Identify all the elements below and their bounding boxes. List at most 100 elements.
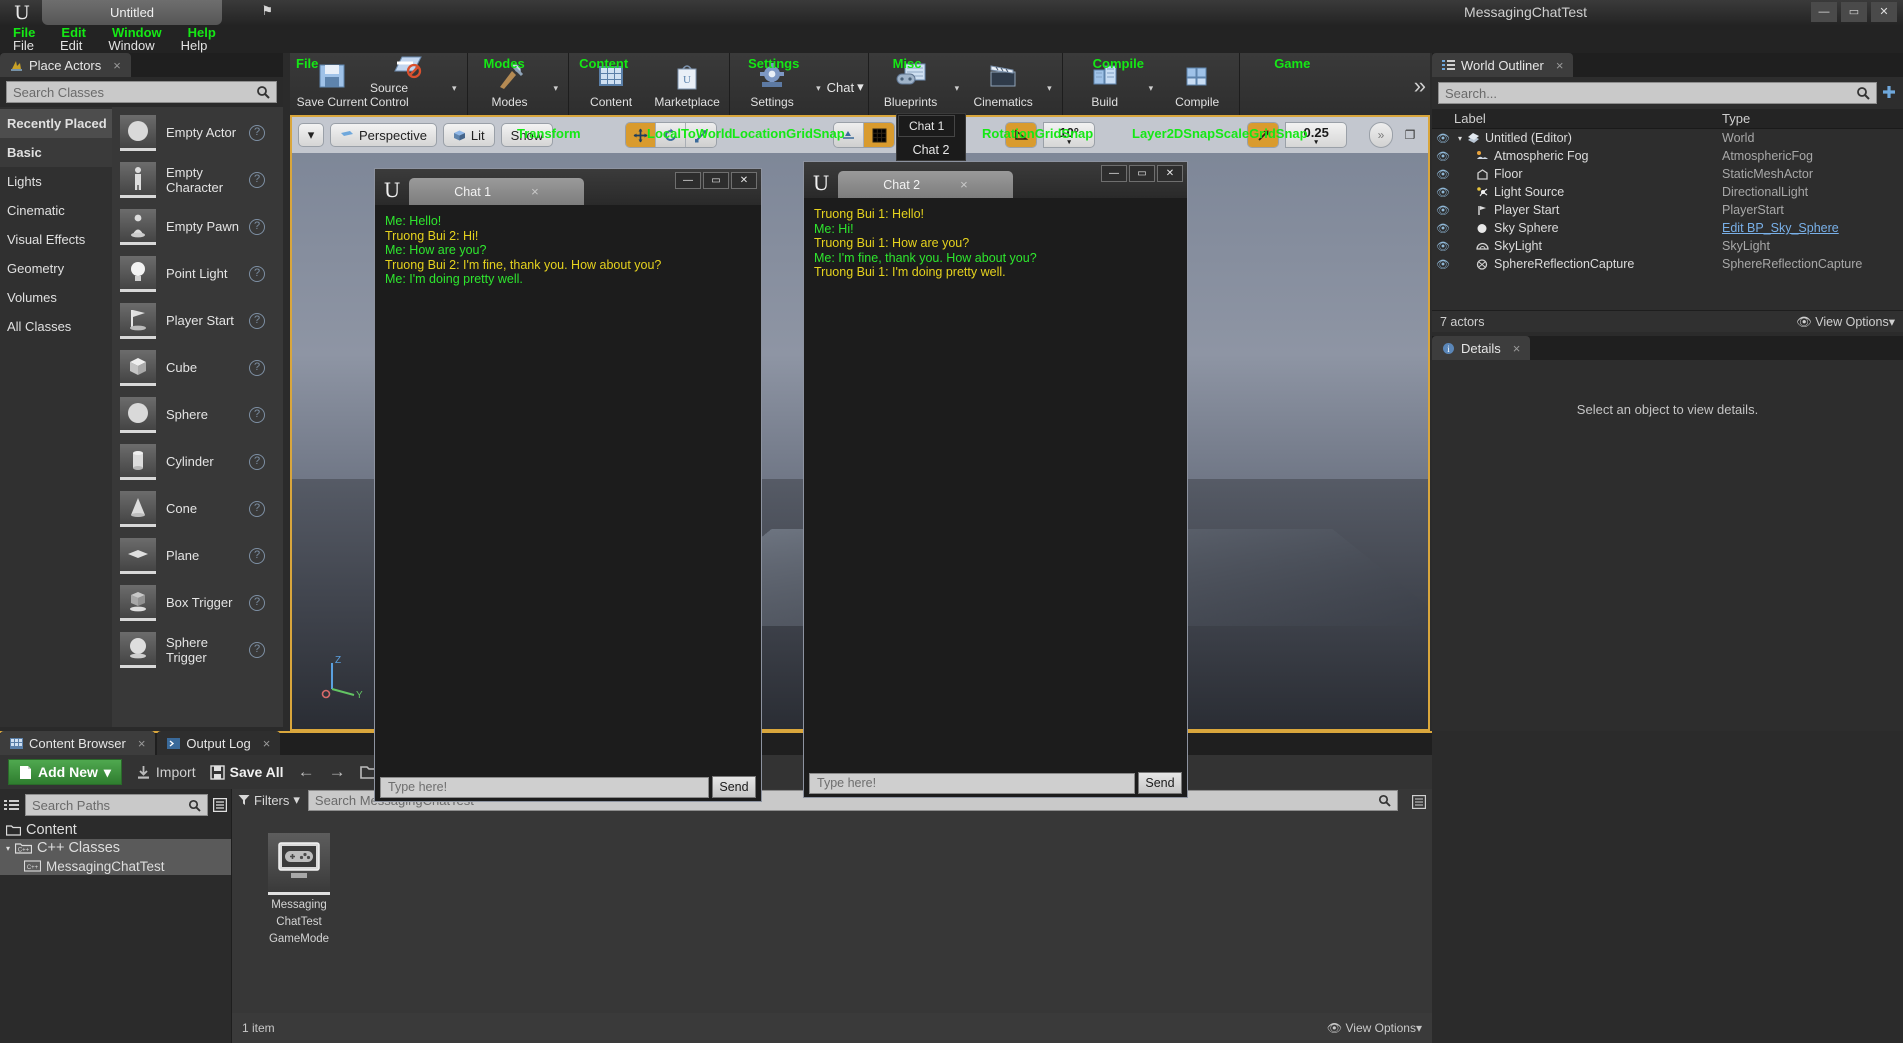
chat-window-2[interactable]: U Chat 2 × — ▭ ✕ Truong Bui 1: Hello! Me… xyxy=(803,161,1188,798)
visibility-eye-icon[interactable]: 👁 xyxy=(1432,258,1454,271)
chevron-down-icon[interactable]: ▾ xyxy=(1041,83,1058,94)
tab-output-log[interactable]: Output Log × xyxy=(157,731,280,755)
visibility-eye-icon[interactable]: 👁 xyxy=(1432,132,1454,145)
chat1-send-button[interactable]: Send xyxy=(712,776,756,798)
tab-world-outliner[interactable]: World Outliner × xyxy=(1432,53,1573,77)
close-icon[interactable]: × xyxy=(1513,341,1521,356)
visibility-eye-icon[interactable]: 👁 xyxy=(1432,222,1454,235)
import-button[interactable]: Import xyxy=(136,764,196,780)
viewport-right-buttons[interactable]: » ❐ xyxy=(1369,122,1422,148)
maximize-button[interactable]: ▭ xyxy=(1129,165,1155,182)
category-lights[interactable]: Lights xyxy=(0,167,112,196)
minimize-button[interactable]: — xyxy=(1811,2,1837,22)
window-controls[interactable]: — ▭ ✕ xyxy=(1811,2,1897,22)
close-icon[interactable]: × xyxy=(531,184,539,199)
tree-item-messagingchattest[interactable]: C++ MessagingChatTest xyxy=(0,857,231,875)
list-item[interactable]: Point Light ? xyxy=(112,250,283,297)
help-icon[interactable]: ? xyxy=(249,595,265,611)
tree-item-content[interactable]: Content xyxy=(0,821,231,839)
menubar-items[interactable]: File Edit Window Help xyxy=(0,39,220,53)
chat2-tab[interactable]: Chat 2 × xyxy=(838,171,1013,198)
help-icon[interactable]: ? xyxy=(249,360,265,376)
close-icon[interactable]: × xyxy=(113,58,121,73)
help-icon[interactable]: ? xyxy=(249,501,265,517)
outliner-search-input[interactable]: Search... xyxy=(1438,82,1877,104)
minimize-button[interactable]: — xyxy=(675,172,701,189)
minimize-button[interactable]: — xyxy=(1101,165,1127,182)
chat2-window-controls[interactable]: — ▭ ✕ xyxy=(1101,165,1183,182)
category-recently-placed[interactable]: Recently Placed xyxy=(0,109,112,138)
chevron-down-icon[interactable]: ▾ xyxy=(810,83,827,94)
list-item[interactable]: Empty Pawn ? xyxy=(112,203,283,250)
visibility-eye-icon[interactable]: 👁 xyxy=(1432,150,1454,163)
expand-triangle-icon[interactable]: ▾ xyxy=(6,844,10,853)
project-tab[interactable]: Untitled xyxy=(42,0,222,25)
chat1-message-input[interactable]: Type here! xyxy=(380,777,709,798)
viewport-options-button[interactable]: ▾ xyxy=(298,123,324,147)
view-options-button[interactable]: 👁 View Options▾ xyxy=(1327,1021,1422,1035)
add-new-button[interactable]: Add New ▾ xyxy=(8,759,122,785)
list-item[interactable]: Sphere Trigger ? xyxy=(112,626,283,673)
close-button[interactable]: ✕ xyxy=(1871,2,1897,22)
chat1-window-controls[interactable]: — ▭ ✕ xyxy=(675,172,757,189)
asset-tile[interactable]: Messaging ChatTest GameMode xyxy=(262,833,336,946)
menu-item-chat-2[interactable]: Chat 2 xyxy=(897,138,965,162)
list-item[interactable]: Player Start ? xyxy=(112,297,283,344)
search-paths-input[interactable]: Search Paths xyxy=(25,794,208,816)
filters-list-icon[interactable] xyxy=(213,798,227,812)
list-item[interactable]: Cylinder ? xyxy=(112,438,283,485)
maximize-button[interactable]: ▭ xyxy=(1841,2,1867,22)
category-all-classes[interactable]: All Classes xyxy=(0,312,112,341)
table-row[interactable]: 👁 Light Source DirectionalLight xyxy=(1432,183,1903,201)
close-icon[interactable]: × xyxy=(138,736,146,751)
save-all-button[interactable]: Save All xyxy=(210,764,284,780)
source-control-button[interactable]: Source Control xyxy=(370,55,446,113)
table-row[interactable]: 👁 SkyLight SkyLight xyxy=(1432,237,1903,255)
menu-help[interactable]: Help xyxy=(168,39,221,53)
perspective-button[interactable]: Perspective xyxy=(330,123,437,147)
compile-button[interactable]: Compile xyxy=(1159,55,1235,113)
search-icon[interactable] xyxy=(1378,794,1391,807)
visibility-eye-icon[interactable]: 👁 xyxy=(1432,204,1454,217)
category-cinematic[interactable]: Cinematic xyxy=(0,196,112,225)
asset-view-toggle-icon[interactable] xyxy=(1412,795,1426,809)
category-geometry[interactable]: Geometry xyxy=(0,254,112,283)
list-item[interactable]: Empty Character ? xyxy=(112,156,283,203)
table-row[interactable]: 👁 Sky Sphere Edit BP_Sky_Sphere xyxy=(1432,219,1903,237)
list-item[interactable]: Cube ? xyxy=(112,344,283,391)
close-icon[interactable]: × xyxy=(960,177,968,192)
chat-dropdown-button[interactable]: Chat ▾ xyxy=(827,79,864,95)
toolbar-expander-button[interactable]: » xyxy=(1414,73,1426,99)
chevron-down-icon[interactable]: ▾ xyxy=(548,83,565,94)
chevron-down-icon[interactable]: ▾ xyxy=(446,83,463,94)
close-button[interactable]: ✕ xyxy=(1157,165,1183,182)
help-icon[interactable]: ? xyxy=(249,407,265,423)
help-icon[interactable]: ? xyxy=(249,172,265,188)
chat1-tab[interactable]: Chat 1 × xyxy=(409,178,584,205)
tab-details[interactable]: i Details × xyxy=(1432,336,1530,360)
chevron-down-icon[interactable]: ▾ xyxy=(1143,83,1160,94)
cinematics-button[interactable]: Cinematics xyxy=(965,55,1041,113)
chat1-titlebar[interactable]: U Chat 1 × — ▭ ✕ xyxy=(375,169,761,205)
list-item[interactable]: Box Trigger ? xyxy=(112,579,283,626)
filters-button[interactable]: Filters ▾ xyxy=(238,792,300,808)
tab-place-actors[interactable]: Place Actors × xyxy=(0,53,131,77)
list-item[interactable]: Cone ? xyxy=(112,485,283,532)
outliner-row-type-link[interactable]: Edit BP_Sky_Sphere xyxy=(1722,221,1903,235)
column-header-type[interactable]: Type xyxy=(1722,111,1903,126)
collapse-tree-icon[interactable] xyxy=(4,798,20,812)
category-basic[interactable]: Basic xyxy=(0,138,112,167)
table-row[interactable]: 👁 Atmospheric Fog AtmosphericFog xyxy=(1432,147,1903,165)
table-row[interactable]: 👁 SphereReflectionCapture SphereReflecti… xyxy=(1432,255,1903,273)
visibility-eye-icon[interactable]: 👁 xyxy=(1432,240,1454,253)
help-icon[interactable]: ? xyxy=(249,454,265,470)
viewport-collapse-button[interactable]: » xyxy=(1369,122,1393,148)
close-button[interactable]: ✕ xyxy=(731,172,757,189)
close-icon[interactable]: × xyxy=(1556,58,1564,73)
close-icon[interactable]: × xyxy=(263,736,271,751)
help-icon[interactable]: ? xyxy=(249,219,265,235)
chat2-message-input[interactable]: Type here! xyxy=(809,773,1135,794)
lit-button[interactable]: Lit xyxy=(443,123,495,147)
back-button[interactable]: ← xyxy=(298,762,315,782)
help-icon[interactable]: ? xyxy=(249,642,265,658)
